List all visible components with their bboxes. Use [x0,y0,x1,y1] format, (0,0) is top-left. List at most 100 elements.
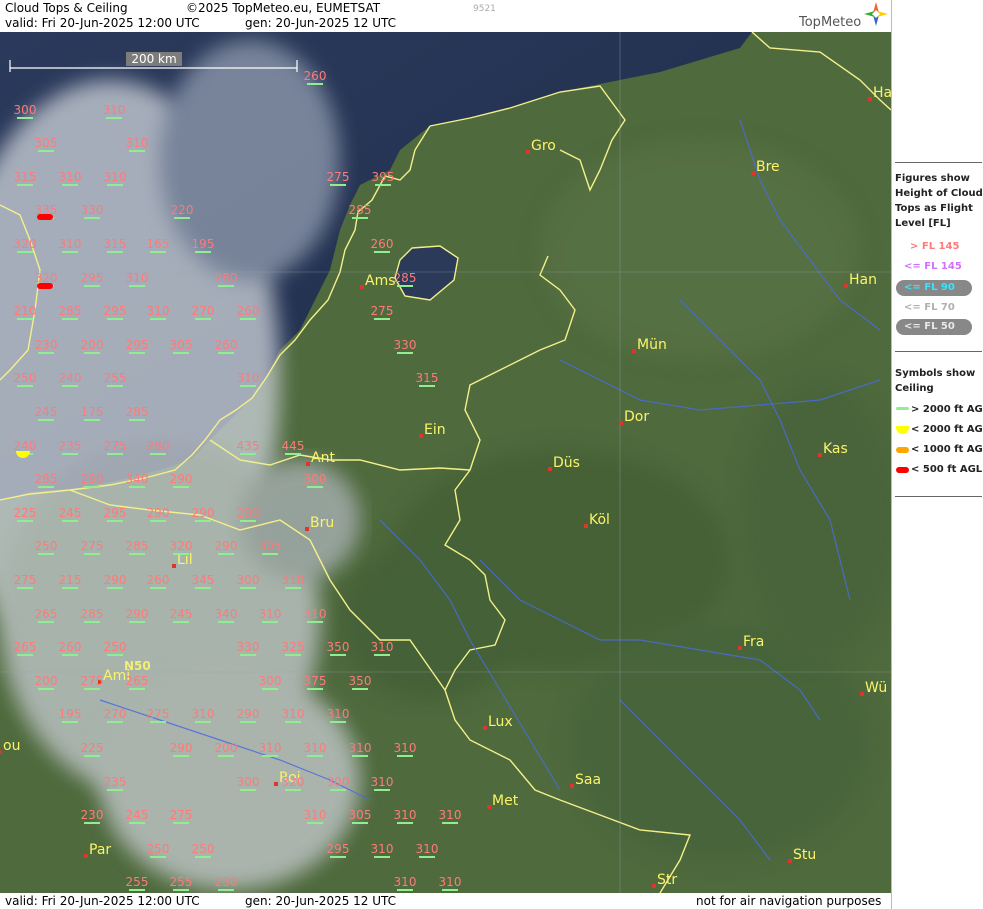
cloud-top-value: 310 [394,741,417,755]
scale-bar-label: 200 km [131,52,176,66]
ceiling-symbol-icon [896,407,909,410]
city-label: Met [492,793,519,809]
cloud-top-value: 285 [126,405,149,419]
cloud-top-value: 265 [126,674,149,688]
copyright: ©2025 TopMeteo.eu, EUMETSAT [186,1,381,15]
legend-panel: Figures show Height of Cloud Tops as Fli… [891,0,983,909]
footer-valid-time: valid: Fri 20-Jun-2025 12:00 UTC [5,894,200,908]
city-label: Gro [531,138,556,154]
image-code: 9521 [473,4,496,14]
cloud-top-value: 220 [171,203,194,217]
city-label: Düs [553,455,580,471]
cloud-top-value: 310 [371,775,394,789]
cloud-top-value: 310 [349,741,372,755]
cloud-top-value: 210 [14,304,37,318]
cloud-top-value: 275 [147,707,170,721]
city-label: Wü [865,680,887,696]
cloud-top-value: 300 [259,674,282,688]
city-label: Dor [624,409,649,425]
cloud-top-value: 325 [282,640,305,654]
city-marker-icon [619,421,623,425]
fl-legend-item: <= FL 50 [904,321,955,332]
cloud-top-value: 350 [327,640,350,654]
cloud-top-value: 310 [282,573,305,587]
city-marker-icon [632,349,636,353]
cloud-top-value: 295 [327,842,350,856]
city-marker-icon [84,854,88,858]
cloud-top-value: 310 [371,842,394,856]
city-marker-icon [868,97,872,101]
cloud-top-value: 275 [104,439,127,453]
city-marker-icon [172,564,176,568]
city-marker-icon [360,285,364,289]
map-title: Cloud Tops & Ceiling [5,1,128,15]
cloud-top-value: 255 [126,875,149,889]
cloud-top-value: 315 [104,237,127,251]
cloud-top-value: 250 [14,371,37,385]
cloud-top-value: 310 [282,707,305,721]
cloud-top-value: 310 [59,237,82,251]
cloud-top-value: 235 [104,775,127,789]
cloud-top-value: 315 [416,371,439,385]
cloud-top-value: 310 [259,607,282,621]
cloud-top-value: 305 [170,338,193,352]
cloud-top-value: 245 [126,808,149,822]
city-marker-icon [584,524,588,528]
ceiling-symbol-icon [896,467,909,473]
cloud-top-value: 310 [126,136,149,150]
cloud-top-value: 330 [237,640,260,654]
cloud-top-value: 340 [126,472,149,486]
cloud-top-value: 260 [147,573,170,587]
cloud-top-value: 225 [81,741,104,755]
gen-time: gen: 20-Jun-2025 12 UTC [245,16,397,30]
city-marker-icon [526,150,530,154]
cloud-top-value: 310 [304,741,327,755]
city-marker-icon [305,527,309,531]
cloud-top-value: 275 [81,539,104,553]
footer-gen-time: gen: 20-Jun-2025 12 UTC [245,894,397,908]
cloud-top-value: 300 [304,472,327,486]
cloud-top-value: 315 [14,170,37,184]
cloud-top-value: 250 [104,640,127,654]
cloud-top-value: 260 [304,69,327,83]
cloud-top-value: 235 [59,439,82,453]
cloud-top-value: 270 [192,304,215,318]
symbol-legend-item: < 500 ft AGL [911,464,983,475]
cloud-top-value: 435 [237,439,260,453]
symbol-legend-item: < 1000 ft AGL [911,444,983,455]
satellite-map[interactable]: 200 km N50 GroBreHanAmsMünDorEinAnt DüsKa… [0,32,891,893]
city-marker-icon [788,859,792,863]
city-marker-icon [483,726,487,730]
cloud-top-value: 290 [147,506,170,520]
city-marker-icon [274,782,278,786]
city-label: Kas [823,441,848,457]
cloud-top-value: 285 [394,271,417,285]
map-header: Cloud Tops & Ceiling ©2025 TopMeteo.eu, … [0,0,891,32]
cloud-top-value: 240 [59,371,82,385]
cloud-top-value: 265 [14,640,37,654]
cloud-top-value: 320 [170,539,193,553]
symbol-legend-item: > 2000 ft AGL [911,404,983,415]
cloud-top-value: 350 [349,674,372,688]
city-marker-icon [570,784,574,788]
cloud-top-value: 310 [439,808,462,822]
ceiling-symbol-icon [896,426,909,434]
map-footer: valid: Fri 20-Jun-2025 12:00 UTC gen: 20… [0,893,891,909]
legend-title-line: Figures show [895,173,970,184]
cloud-top-value: 290 [126,607,149,621]
disclaimer: not for air navigation purposes [696,894,882,908]
symbol-legend-item: < 2000 ft AGL [911,424,983,435]
cloud-top-value: 165 [147,237,170,251]
fl-legend-item: <= FL 145 [904,261,962,272]
cloud-top-value: 275 [170,808,193,822]
cloud-top-value: 200 [35,674,58,688]
city-label: Bru [310,515,334,531]
cloud-top-value: 310 [439,875,462,889]
city-label: Bre [756,159,780,175]
cloud-top-value: 290 [170,472,193,486]
cloud-top-value: 310 [394,808,417,822]
cloud-top-value: 310 [103,103,126,117]
cloud-top-value: 285 [35,472,58,486]
cloud-top-value: 285 [126,539,149,553]
brand-name: TopMeteo [799,15,862,30]
